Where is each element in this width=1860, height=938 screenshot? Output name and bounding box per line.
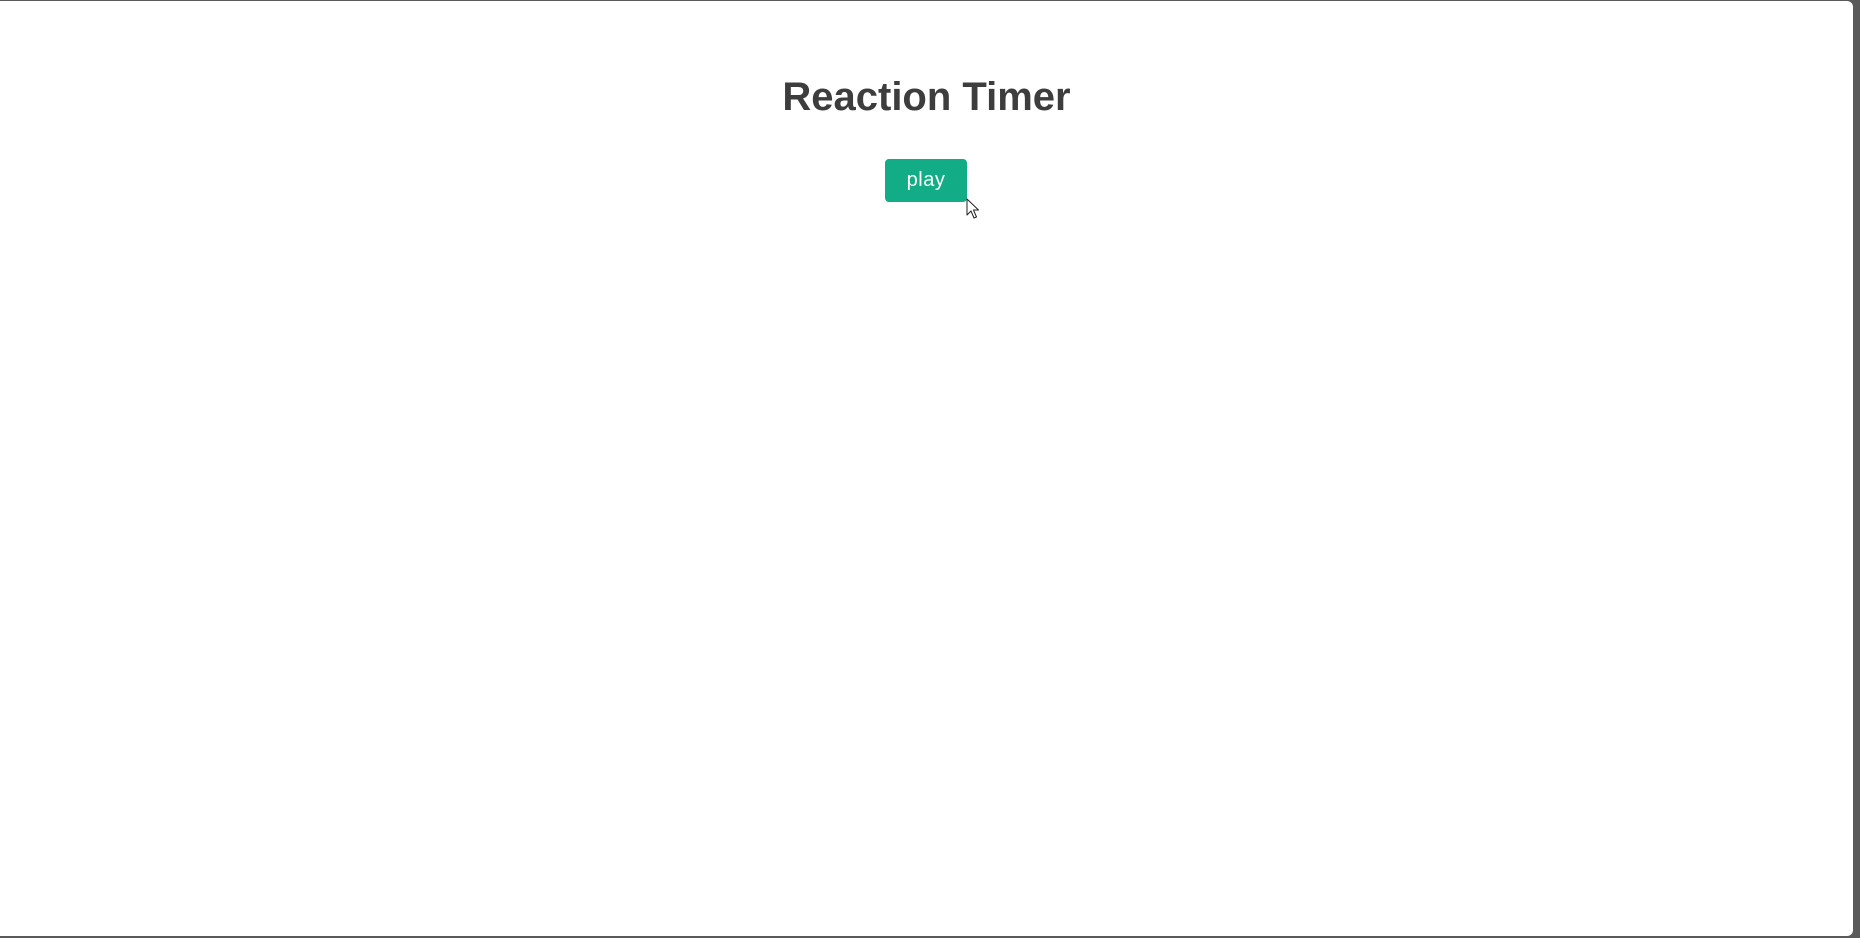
mouse-pointer-icon [966, 198, 979, 219]
page-title: Reaction Timer [782, 75, 1071, 119]
app-viewport: Reaction Timer play [0, 1, 1853, 936]
play-button[interactable]: play [885, 159, 967, 202]
